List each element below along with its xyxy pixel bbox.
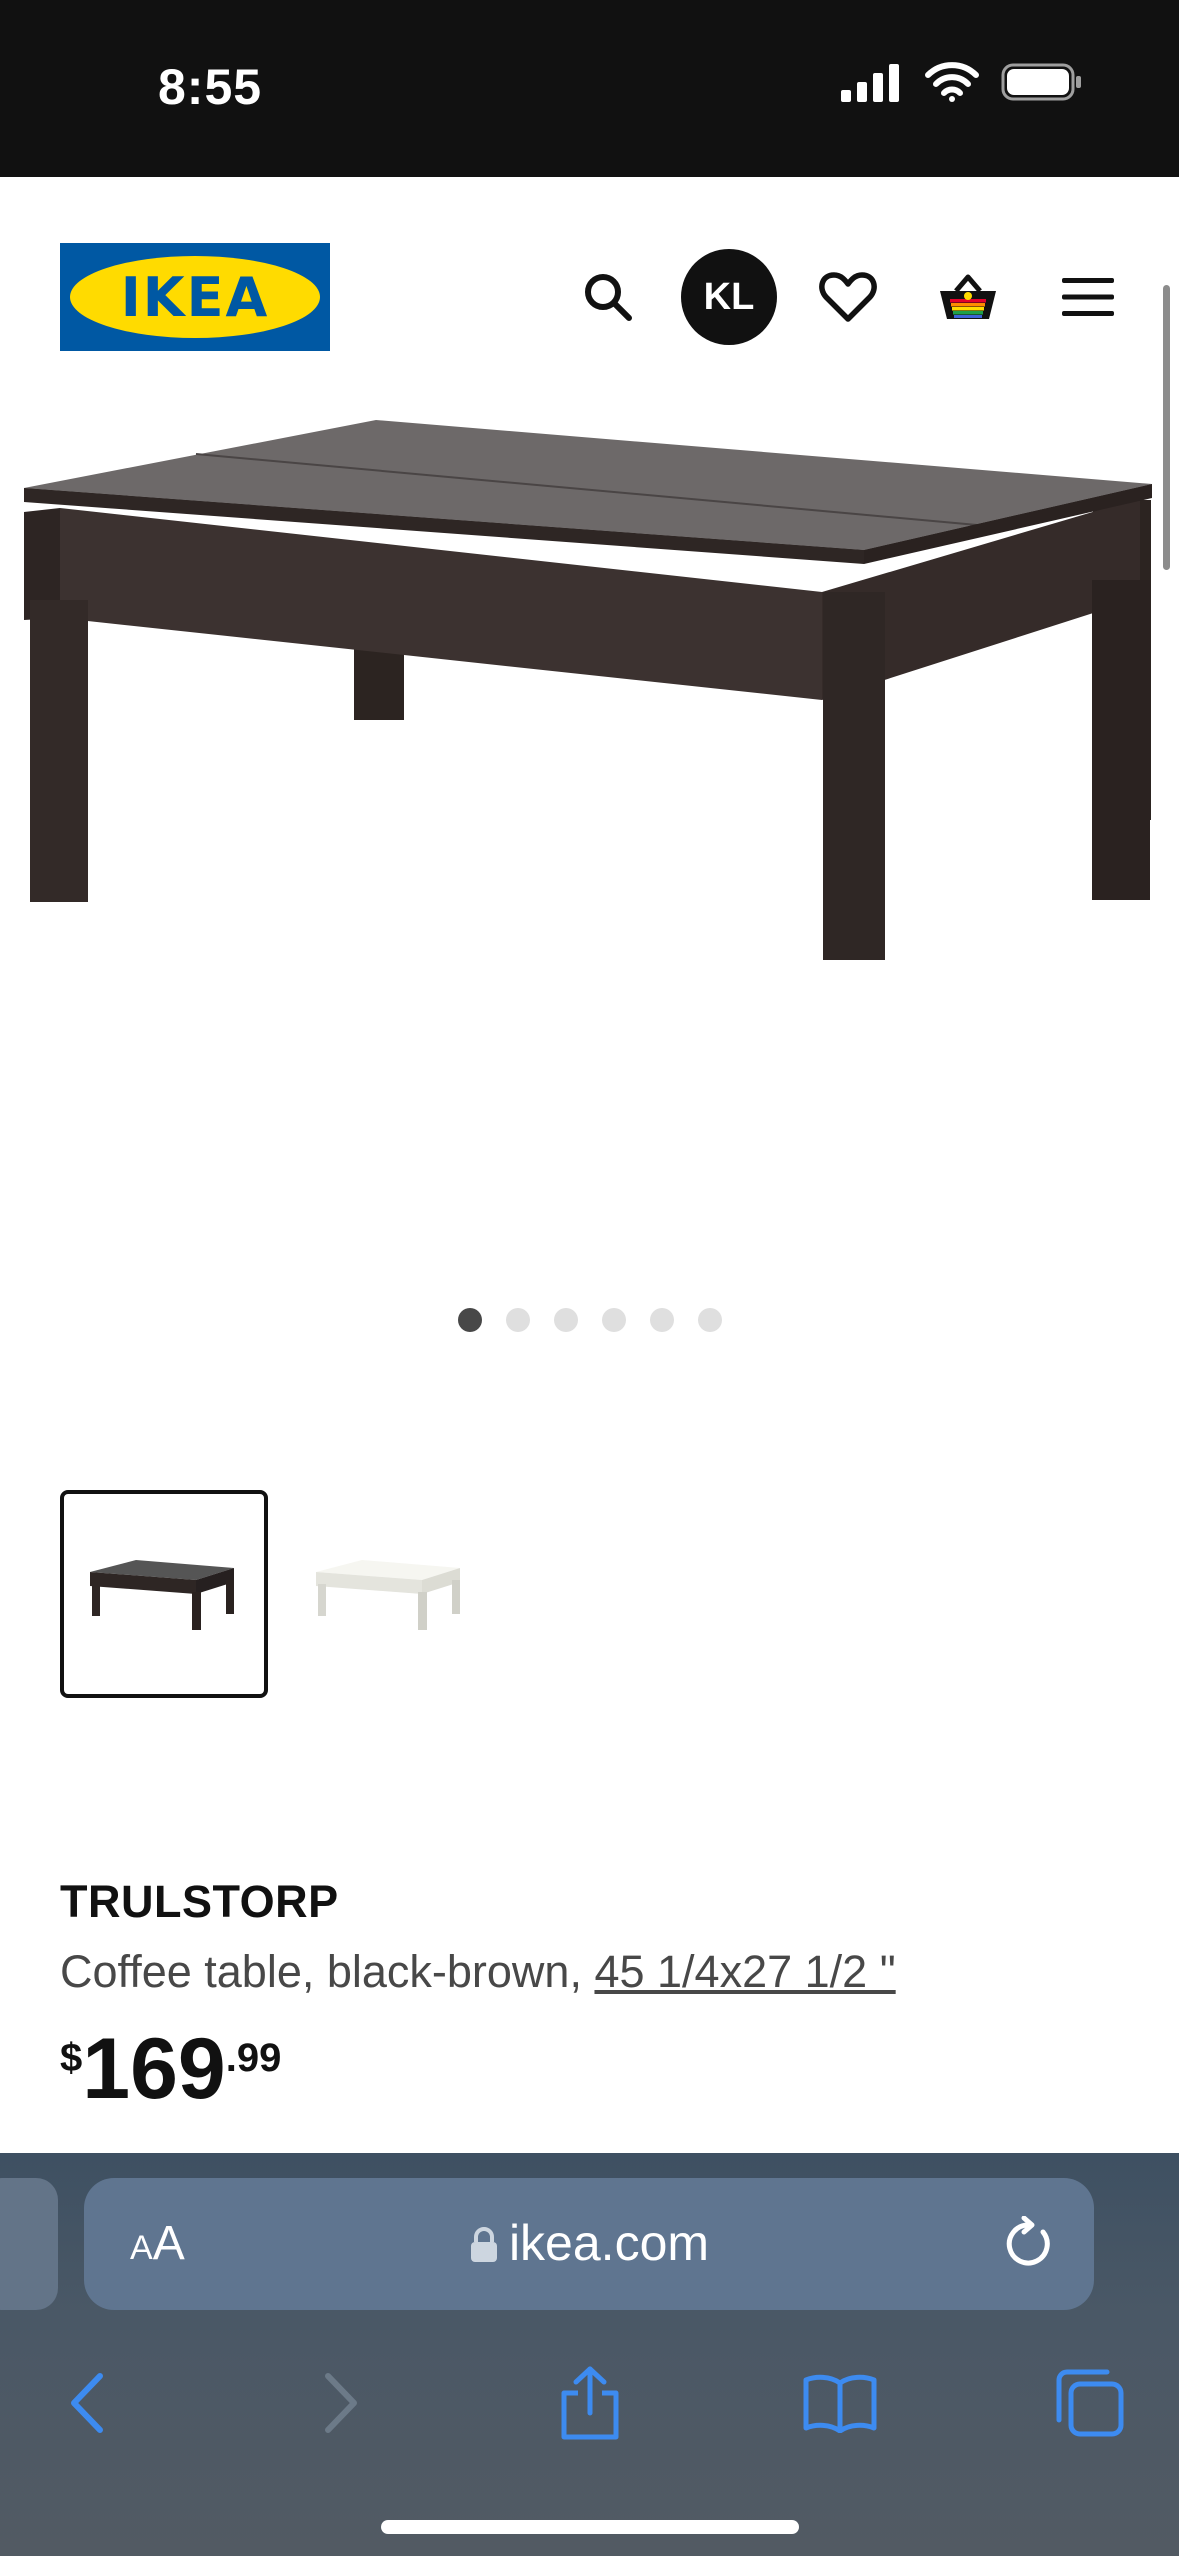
account-avatar[interactable]: KL [681, 249, 777, 345]
url-display[interactable]: ikea.com [84, 2214, 1094, 2272]
search-icon [585, 274, 632, 321]
thumb-image-black-brown [90, 1560, 234, 1630]
url-text: ikea.com [508, 2215, 710, 2271]
forward-button[interactable] [290, 2353, 390, 2453]
product-price: $ 169 .99 [60, 2026, 281, 2112]
share-button[interactable] [540, 2353, 640, 2453]
previous-tab-peek[interactable] [0, 2178, 58, 2310]
battery-icon [1001, 63, 1081, 101]
price-decimal: .99 [225, 2036, 282, 2080]
wifi-icon [925, 62, 979, 102]
logo-text: IKEA [120, 265, 270, 329]
product-description: Coffee table, black-brown, 45 1/4x27 1/2… [60, 1946, 896, 1998]
tabs-button[interactable] [1040, 2353, 1140, 2453]
carousel-dot-3[interactable] [553, 1308, 578, 1332]
variant-thumb-black-brown[interactable] [60, 1490, 268, 1698]
back-button[interactable] [38, 2353, 138, 2453]
forward-icon [325, 2373, 357, 2433]
carousel-dot-1[interactable] [457, 1308, 482, 1332]
product-name: TRULSTORP [60, 1876, 339, 1927]
carousel-dot-6[interactable] [697, 1308, 722, 1332]
price-currency: $ [60, 2036, 83, 2080]
address-bar[interactable]: AA ikea.com [84, 2178, 1094, 2310]
shopping-bag-button[interactable] [920, 249, 1016, 345]
price-integer: 169 [82, 2021, 226, 2117]
share-icon [561, 2366, 619, 2440]
carousel-dot-2[interactable] [505, 1308, 530, 1332]
site-header: IKEA KL [0, 177, 1179, 417]
carousel-dot-4[interactable] [601, 1308, 626, 1332]
product-dimensions-link[interactable]: 45 1/4x27 1/2 " [594, 1946, 895, 1997]
avatar-initials: KL [703, 275, 755, 318]
carousel-dot-5[interactable] [649, 1308, 674, 1332]
menu-icon [1062, 278, 1114, 316]
home-indicator[interactable] [381, 2520, 799, 2534]
variant-thumb-white[interactable] [286, 1490, 494, 1698]
logo-oval: IKEA [70, 256, 320, 338]
thumb-image-white [316, 1560, 460, 1630]
reload-icon [1006, 2215, 1050, 2266]
bookmarks-button[interactable] [790, 2353, 890, 2453]
lock-icon [470, 2227, 497, 2262]
image-carousel-dots [0, 1308, 1179, 1332]
ikea-logo[interactable]: IKEA [60, 243, 330, 351]
search-button[interactable] [560, 249, 656, 345]
heart-icon [819, 272, 877, 322]
back-icon [71, 2373, 103, 2433]
cellular-signal-icon [841, 64, 899, 102]
basket-icon [940, 274, 996, 319]
product-description-text: Coffee table, black-brown, [60, 1946, 595, 1997]
status-icons [841, 62, 1083, 102]
favourites-button[interactable] [800, 249, 896, 345]
product-image[interactable] [0, 400, 1179, 960]
status-bar: 8:55 [0, 0, 1179, 177]
reload-button[interactable] [1002, 2215, 1054, 2275]
browser-toolbar: AA ikea.com [0, 2153, 1179, 2556]
bookmarks-icon [803, 2374, 877, 2433]
status-time: 8:55 [158, 59, 263, 115]
menu-button[interactable] [1040, 249, 1136, 345]
tabs-icon [1056, 2369, 1124, 2437]
